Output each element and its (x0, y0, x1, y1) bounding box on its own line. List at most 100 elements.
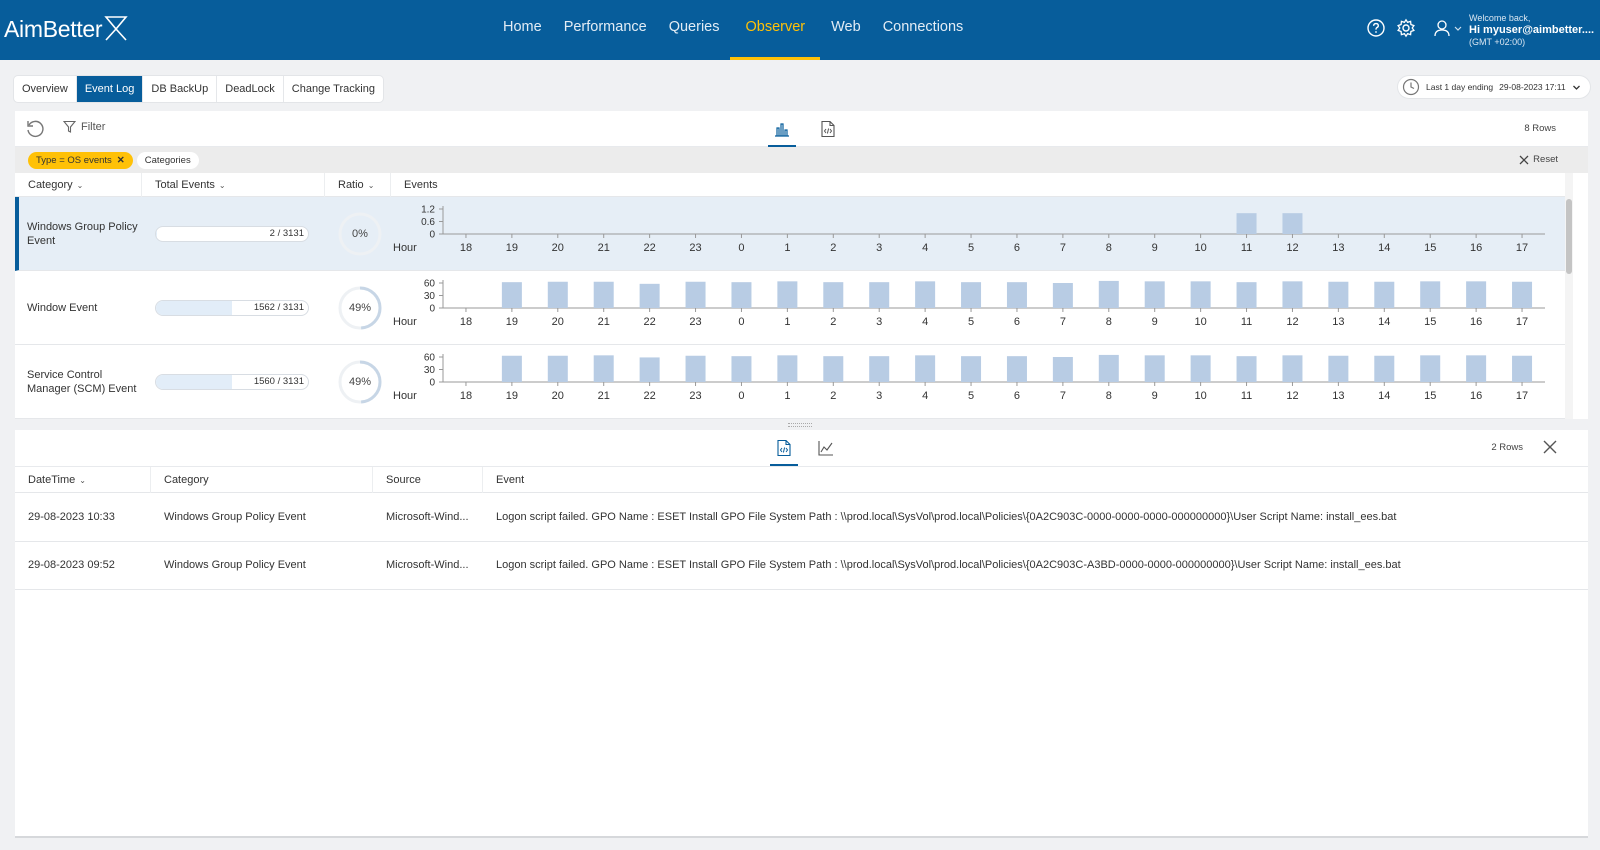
event-bar[interactable] (1190, 355, 1211, 382)
event-bar[interactable] (915, 355, 936, 382)
event-bar[interactable] (639, 357, 660, 382)
reset-button[interactable]: Reset (1519, 154, 1558, 165)
gear-icon[interactable] (1396, 18, 1416, 38)
column-header-event[interactable]: Event (483, 467, 1588, 493)
event-bar[interactable] (777, 355, 798, 382)
event-bar[interactable] (1328, 281, 1349, 308)
event-bar[interactable] (685, 281, 706, 308)
app-logo[interactable]: AimBetter (4, 14, 128, 44)
nav-item-connections[interactable]: Connections (872, 0, 975, 60)
event-bar[interactable] (731, 356, 752, 382)
column-header-category[interactable]: Category (151, 467, 373, 493)
event-bar[interactable] (1190, 281, 1211, 308)
tab-event-log[interactable]: Event Log (76, 76, 144, 102)
event-bar[interactable] (1374, 281, 1395, 308)
column-header-datetime[interactable]: DateTime ⌄ (15, 467, 151, 493)
event-bar[interactable] (1006, 356, 1027, 382)
event-bar[interactable] (823, 356, 844, 382)
help-circle-icon[interactable] (1366, 18, 1386, 38)
event-bar[interactable] (547, 355, 568, 382)
event-bar[interactable] (1236, 282, 1257, 308)
event-bar[interactable] (1328, 355, 1349, 382)
categories-chip[interactable]: Categories (136, 151, 199, 169)
line-chart-view-button[interactable] (812, 434, 840, 462)
event-bar[interactable] (731, 282, 752, 308)
event-bar[interactable] (1052, 283, 1073, 308)
x-tick-label: 17 (1516, 242, 1528, 254)
event-bar[interactable] (1282, 355, 1303, 382)
event-bar[interactable] (593, 281, 614, 308)
event-bar[interactable] (1144, 281, 1165, 308)
reset-label: Reset (1533, 154, 1558, 165)
events-sparkline: 1.20.6018 19 20 21 22 23 0 1 2 3 4 5 6 7 8 9 10 11 12 13 14 1… (393, 205, 1545, 254)
event-bar[interactable] (501, 355, 522, 382)
nav-item-observer[interactable]: Observer (730, 0, 820, 60)
column-header-category[interactable]: Category ⌄ (15, 173, 142, 197)
table-row[interactable]: 29-08-2023 10:33 Windows Group Policy Eve… (15, 493, 1588, 542)
event-bar[interactable] (869, 356, 890, 382)
event-bar[interactable] (1420, 281, 1441, 308)
table-row[interactable]: 29-08-2023 09:52 Windows Group Policy Eve… (15, 541, 1588, 590)
column-header-source[interactable]: Source (373, 467, 483, 493)
event-bar[interactable] (1282, 281, 1303, 308)
table-row[interactable]: Windows Group Policy Event 2 / 3131 0% 1.2 0… (15, 197, 1565, 271)
tab-db-backup[interactable]: DB BackUp (143, 76, 218, 102)
event-bar[interactable] (823, 282, 844, 308)
date-range-picker[interactable]: Last 1 day ending 29-08-2023 17:11 (1398, 76, 1590, 98)
event-bar[interactable] (869, 282, 890, 308)
scroll-thumb[interactable] (1566, 199, 1572, 274)
event-bar[interactable] (1144, 355, 1165, 382)
event-bar[interactable] (1420, 355, 1441, 382)
event-bar[interactable] (547, 281, 568, 308)
event-bar[interactable] (1098, 280, 1119, 308)
event-bar[interactable] (915, 281, 936, 308)
event-bar[interactable] (685, 355, 706, 382)
nav-item-queries[interactable]: Queries (658, 0, 731, 60)
ratio-gauge: 49% (337, 359, 383, 405)
event-bar[interactable] (1098, 354, 1119, 382)
column-header-ratio[interactable]: Ratio ⌄ (325, 173, 391, 197)
event-bar[interactable] (1512, 281, 1533, 308)
event-bar[interactable] (1052, 357, 1073, 382)
close-icon[interactable]: ✕ (117, 155, 125, 166)
chart-view-button[interactable] (768, 115, 796, 147)
event-bar[interactable] (1006, 282, 1027, 308)
resize-handle[interactable] (788, 423, 812, 427)
event-bar[interactable] (593, 355, 614, 382)
user-icon (1434, 20, 1450, 37)
tab-change-tracking[interactable]: Change Tracking (284, 76, 383, 102)
event-bar[interactable] (1374, 355, 1395, 382)
ratio-text: 49% (348, 302, 372, 314)
event-bar[interactable] (1282, 213, 1303, 234)
table-row[interactable]: Service Control Manager (SCM) Event 1560 … (15, 345, 1565, 419)
event-bar[interactable] (777, 281, 798, 308)
x-tick-label: 7 (1060, 390, 1066, 402)
event-bar[interactable] (1512, 355, 1533, 382)
event-bar[interactable] (501, 282, 522, 308)
code-view-button[interactable] (814, 115, 842, 143)
tab-overview[interactable]: Overview (14, 76, 77, 102)
event-bar[interactable] (1466, 281, 1487, 308)
nav-item-home[interactable]: Home (492, 0, 553, 60)
event-bar[interactable] (961, 282, 982, 308)
nav-item-performance[interactable]: Performance (553, 0, 658, 60)
type-filter-chip[interactable]: Type = OS events ✕ (28, 151, 133, 169)
tab-deadlock[interactable]: DeadLock (217, 76, 284, 102)
x-tick-label: 13 (1332, 242, 1344, 254)
event-bar[interactable] (1236, 213, 1257, 234)
event-bar[interactable] (1466, 355, 1487, 382)
event-bar[interactable] (961, 356, 982, 382)
column-header-total-events[interactable]: Total Events ⌄ (142, 173, 325, 197)
filter-button[interactable]: Filter (63, 120, 105, 133)
close-icon[interactable] (1542, 439, 1558, 455)
x-axis-label: Hour (393, 390, 417, 402)
refresh-icon[interactable] (25, 119, 45, 139)
total-events-fill (156, 301, 232, 315)
event-bar[interactable] (639, 283, 660, 308)
nav-item-web[interactable]: Web (820, 0, 872, 60)
code-view-button[interactable] (770, 434, 798, 466)
table-row[interactable]: Window Event 1562 / 3131 49% 60 30 0 18 19 20 21 2… (15, 271, 1565, 345)
event-bar[interactable] (1236, 356, 1257, 382)
user-menu[interactable] (1434, 19, 1462, 37)
vertical-scrollbar[interactable] (1565, 173, 1573, 419)
